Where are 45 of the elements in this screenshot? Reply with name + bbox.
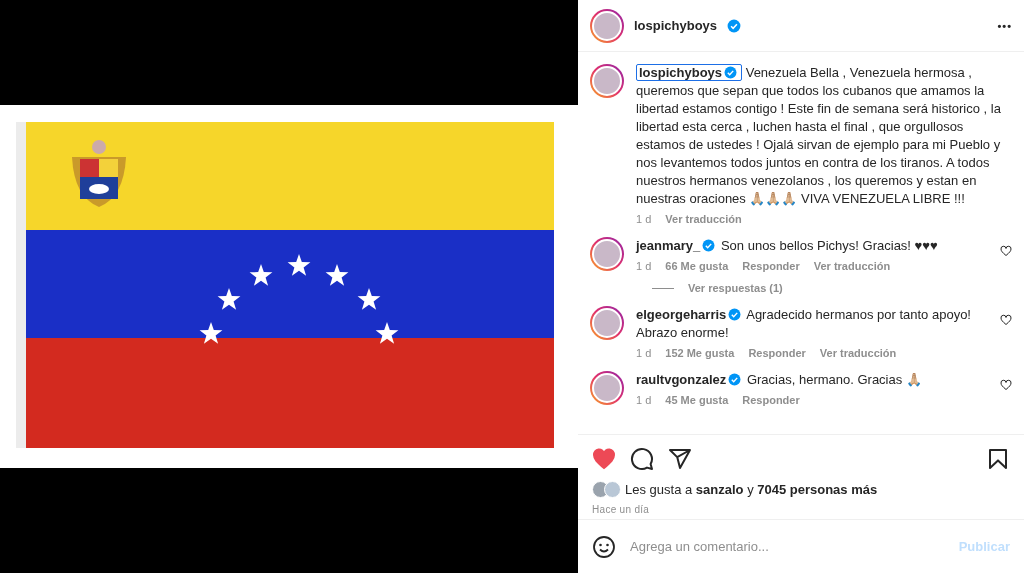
comment-button[interactable] (630, 447, 654, 471)
avatar[interactable] (590, 371, 624, 405)
verified-icon (728, 373, 742, 386)
paper-plane-icon (668, 447, 692, 471)
comment-time: 1 d (636, 347, 652, 359)
translate-link[interactable]: Ver traducción (819, 347, 897, 359)
bookmark-icon (986, 447, 1010, 471)
view-replies-link[interactable]: Ver respuestas (1) (688, 282, 783, 294)
verified-icon (702, 239, 716, 252)
avatar[interactable] (590, 64, 624, 98)
speech-bubble-icon (630, 447, 654, 471)
translate-link[interactable]: Ver traducción (813, 260, 891, 272)
smiley-icon[interactable] (592, 534, 616, 559)
comment-text: raultvgonzalez Gracias, hermano. Gracias 🙏🏼 (636, 371, 923, 389)
heart-icon (592, 447, 616, 471)
share-button[interactable] (668, 447, 692, 471)
like-button[interactable] (592, 447, 616, 471)
post-time: Hace un día (592, 504, 651, 515)
reply-link[interactable]: Responder (742, 260, 800, 272)
verified-icon (724, 66, 738, 79)
avatar[interactable] (590, 8, 624, 43)
comment-time: 1 d (636, 394, 652, 406)
username[interactable]: lospichyboys (634, 18, 718, 33)
heart-icon[interactable] (1000, 379, 1012, 391)
save-button[interactable] (986, 447, 1010, 471)
heart-icon[interactable] (1000, 314, 1012, 326)
comment-text: elgeorgeharris Agradecido hermanos por tanto apoyo! Abrazo enorme! (636, 306, 972, 342)
likes-count[interactable]: 45 Me gusta (665, 394, 729, 406)
likes-count[interactable]: 152 Me gusta (665, 347, 735, 359)
caption-text: lospichyboys Venezuela Bella , Venezuela hermosa , queremos que sepan que todos los cubanos que amamos la libertad estamos contigo ! Este fin de semana será historico , la libertad esta cerca , luchen hasta el final , que orgullosos estamos de ustedes ! Ojalá sirvan de ejemplo para mi Pueblo y nos levantemos todos juntos en contra de los tiranos. A todos nuestros hermanos venezolanos , los queremos y estan en nuestras oraciones 🙏🏼🙏🏼🙏🏼 VIVA VENEZUELA LIBRE !!! (636, 64, 1002, 208)
comment-text: jeanmary_ Son unos bellos Pichys! Gracias! ♥♥♥ (636, 237, 939, 255)
translate-link[interactable]: Ver traducción (665, 213, 742, 225)
avatar[interactable] (590, 237, 624, 271)
verified-icon (728, 308, 742, 321)
heart-icon[interactable] (1000, 245, 1012, 257)
comment-time: 1 d (636, 260, 652, 272)
likes-count[interactable]: 66 Me gusta (665, 260, 729, 272)
comment-time: 1 d (636, 213, 652, 225)
avatar (604, 481, 621, 498)
likes-summary: Les gusta a sanzalo y 7045 personas más (625, 482, 878, 497)
verified-icon (727, 18, 742, 33)
avatar[interactable] (590, 306, 624, 340)
reply-link[interactable]: Responder (742, 394, 800, 406)
more-options-button[interactable]: ••• (997, 19, 1012, 32)
reply-link[interactable]: Responder (748, 347, 806, 359)
